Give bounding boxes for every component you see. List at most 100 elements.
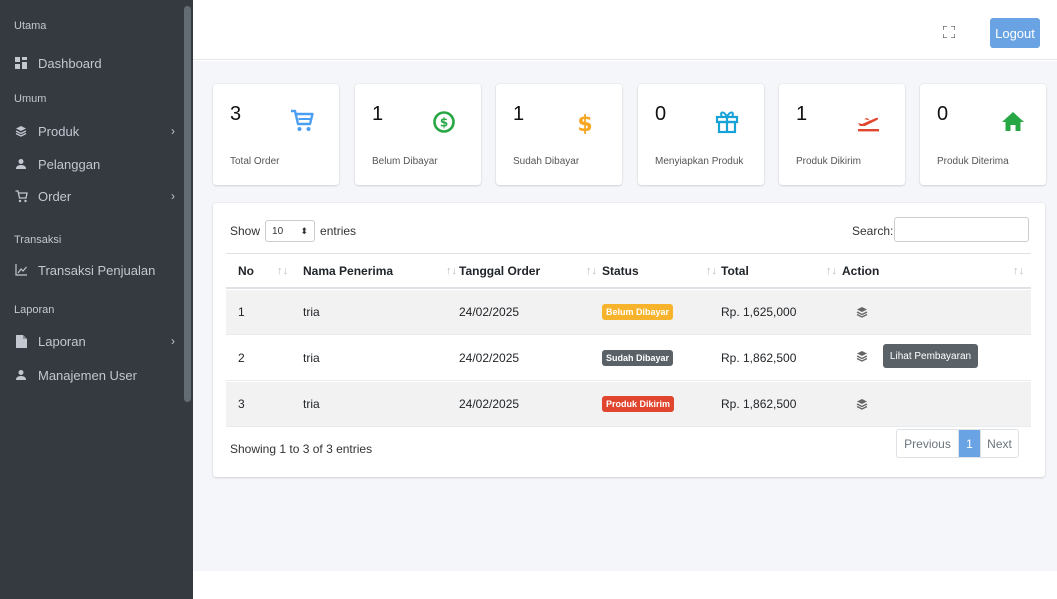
line-chart-icon xyxy=(14,263,28,277)
sidebar-item-order[interactable]: Order › xyxy=(14,185,179,207)
table-info: Showing 1 to 3 of 3 entries xyxy=(230,442,373,456)
sidebar-item-produk[interactable]: Produk › xyxy=(14,120,179,142)
cell-nama: tria xyxy=(303,305,320,319)
layers-icon xyxy=(14,124,28,138)
status-badge: Sudah Dibayar xyxy=(602,350,674,366)
sidebar-section-umum: Umum xyxy=(14,93,47,105)
dashboard-icon xyxy=(14,56,28,70)
entries-select-value: 10 xyxy=(272,225,284,237)
sidebar-item-pelanggan[interactable]: Pelanggan xyxy=(14,153,179,175)
layers-icon[interactable] xyxy=(856,397,868,410)
file-icon xyxy=(14,334,28,348)
sidebar-section-laporan: Laporan xyxy=(14,304,55,316)
sidebar-item-laporan[interactable]: Laporan › xyxy=(14,330,179,352)
previous-page-button[interactable]: Previous xyxy=(897,430,959,457)
stat-label: Belum Dibayar xyxy=(372,156,438,167)
column-header-no[interactable]: No xyxy=(238,264,254,278)
table-row: 1 tria 24/02/2025 Belum Dibayar Rp. 1,62… xyxy=(226,290,1031,335)
tooltip-lihat-pembayaran: Lihat Pembayaran xyxy=(883,344,978,368)
sidebar-item-label: Manajemen User xyxy=(38,367,137,383)
column-header-total[interactable]: Total xyxy=(721,264,749,278)
column-header-nama-penerima[interactable]: Nama Penerima xyxy=(303,264,393,278)
stat-card-sudah-dibayar: 1 Sudah Dibayar $ xyxy=(496,84,622,185)
cell-total: Rp. 1,862,500 xyxy=(721,351,797,365)
sidebar-section-transaksi: Transaksi xyxy=(14,234,62,246)
sidebar-item-label: Transaksi Penjualan xyxy=(38,262,156,278)
sort-updown-icon: ⬍ xyxy=(300,225,309,236)
chevron-right-icon: › xyxy=(171,189,175,203)
chevron-right-icon: › xyxy=(171,334,175,348)
user-icon xyxy=(14,368,28,382)
next-page-button[interactable]: Next xyxy=(980,430,1018,457)
svg-text:$: $ xyxy=(440,116,448,130)
sidebar-item-transaksi-penjualan[interactable]: Transaksi Penjualan xyxy=(14,259,179,281)
cart-icon xyxy=(14,189,28,203)
stat-value: 1 xyxy=(372,103,384,125)
sort-icon: ↑↓ xyxy=(446,265,457,277)
column-header-status[interactable]: Status xyxy=(602,264,639,278)
column-header-tanggal-order[interactable]: Tanggal Order xyxy=(459,264,540,278)
footer xyxy=(193,571,1057,599)
entries-select[interactable]: 10 ⬍ xyxy=(265,220,316,242)
stat-card-menyiapkan-produk: 0 Menyiapkan Produk xyxy=(638,84,764,185)
cell-total: Rp. 1,625,000 xyxy=(721,305,797,319)
chevron-right-icon: › xyxy=(171,124,175,138)
dollar-icon: $ xyxy=(572,108,598,137)
cell-no: 3 xyxy=(238,397,245,411)
cart-icon xyxy=(289,108,315,134)
sidebar-section-utama: Utama xyxy=(14,20,47,32)
order-table-card: Show 10 ⬍ entries Search: No ↑↓ Nama Pen… xyxy=(213,203,1045,477)
home-icon xyxy=(1000,108,1026,134)
search-input[interactable] xyxy=(894,217,1029,242)
stat-value: 0 xyxy=(937,103,949,125)
status-badge: Produk Dikirim xyxy=(602,396,675,412)
layers-icon[interactable] xyxy=(856,305,868,318)
table-row: 3 tria 24/02/2025 Produk Dikirim Rp. 1,8… xyxy=(226,382,1031,427)
search-label: Search: xyxy=(852,224,894,238)
table-row: 2 tria 24/02/2025 Sudah Dibayar Rp. 1,86… xyxy=(226,336,1031,381)
sidebar-item-label: Dashboard xyxy=(38,55,102,71)
stat-label: Total Order xyxy=(230,156,280,167)
cell-nama: tria xyxy=(303,397,320,411)
stat-card-produk-dikirim: 1 Produk Dikirim xyxy=(779,84,905,185)
svg-text:$: $ xyxy=(577,112,592,134)
stat-value: 0 xyxy=(655,103,667,125)
sidebar-item-dashboard[interactable]: Dashboard xyxy=(14,52,179,74)
column-header-action[interactable]: Action xyxy=(842,264,879,278)
cell-no: 2 xyxy=(238,351,245,365)
stat-card-total-order: 3 Total Order xyxy=(213,84,339,185)
plane-departure-icon xyxy=(855,108,881,134)
stat-value: 1 xyxy=(513,103,525,125)
cell-no: 1 xyxy=(238,305,245,319)
sort-icon: ↑↓ xyxy=(586,265,597,277)
cell-nama: tria xyxy=(303,351,320,365)
logout-button[interactable]: Logout xyxy=(990,18,1040,48)
stat-label: Menyiapkan Produk xyxy=(655,156,744,167)
stat-value: 3 xyxy=(230,103,242,125)
sidebar-item-label: Order xyxy=(38,188,72,204)
sidebar-scrollbar[interactable] xyxy=(184,6,191,402)
cell-tanggal: 24/02/2025 xyxy=(459,305,520,319)
cell-total: Rp. 1,862,500 xyxy=(721,397,797,411)
sort-icon: ↑↓ xyxy=(277,265,288,277)
gift-icon xyxy=(714,108,740,134)
sidebar-item-label: Produk xyxy=(38,123,80,139)
sidebar: Utama Dashboard Umum Produk › Pelanggan … xyxy=(0,0,193,599)
status-badge: Belum Dibayar xyxy=(602,304,674,320)
expand-icon[interactable] xyxy=(942,25,956,39)
sort-icon: ↑↓ xyxy=(1013,265,1024,277)
stat-card-produk-diterima: 0 Produk Diterima xyxy=(920,84,1046,185)
layers-icon[interactable] xyxy=(856,349,868,362)
stat-card-belum-dibayar: 1 Belum Dibayar $ xyxy=(355,84,481,185)
entries-label: entries xyxy=(320,224,357,238)
stat-label: Sudah Dibayar xyxy=(513,156,580,167)
show-label: Show xyxy=(230,224,261,238)
stat-label: Produk Dikirim xyxy=(796,156,862,167)
sidebar-item-label: Pelanggan xyxy=(38,156,101,172)
page-1-button[interactable]: 1 xyxy=(959,430,980,457)
sidebar-item-manajemen-user[interactable]: Manajemen User xyxy=(14,364,179,386)
cell-tanggal: 24/02/2025 xyxy=(459,351,520,365)
pagination: Previous 1 Next xyxy=(896,429,1019,458)
sort-icon: ↑↓ xyxy=(826,265,837,277)
table-header: No ↑↓ Nama Penerima ↑↓ Tanggal Order ↑↓ … xyxy=(226,253,1031,289)
